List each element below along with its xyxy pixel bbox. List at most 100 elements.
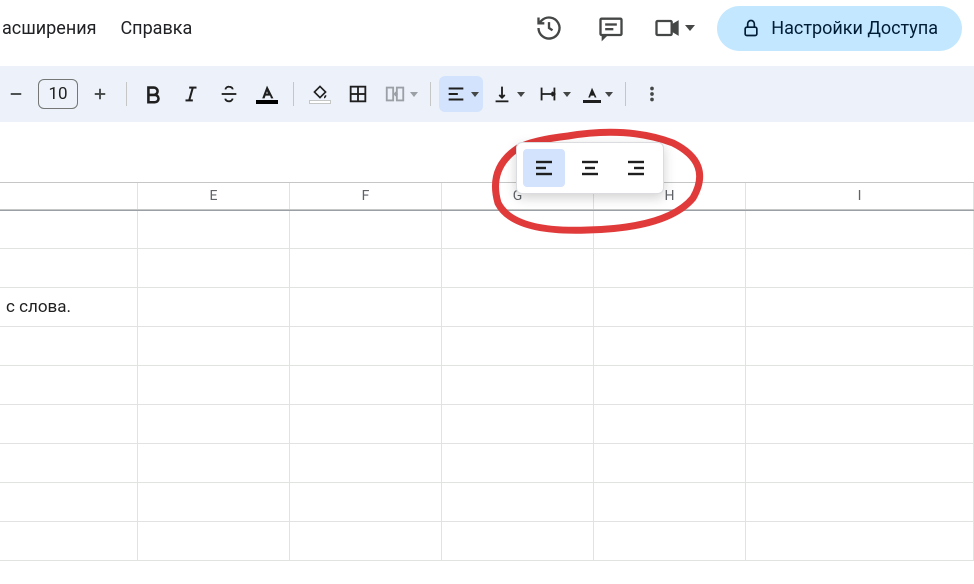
cell[interactable] — [442, 288, 594, 326]
cell[interactable] — [442, 405, 594, 443]
cell[interactable] — [746, 327, 974, 365]
vertical-align-button[interactable] — [485, 76, 529, 112]
cell[interactable] — [0, 211, 138, 248]
text-rotation-button[interactable] — [577, 76, 617, 112]
cell[interactable] — [442, 483, 594, 521]
column-header[interactable]: I — [746, 183, 974, 209]
bold-button[interactable] — [135, 76, 171, 112]
share-button[interactable]: Настройки Доступа — [717, 6, 962, 51]
cell[interactable] — [0, 249, 138, 287]
horizontal-align-button[interactable] — [439, 76, 483, 112]
table-row — [0, 210, 974, 249]
menubar: асширения Справка — [0, 0, 974, 56]
cell[interactable] — [138, 211, 290, 248]
cell[interactable] — [594, 288, 746, 326]
spreadsheet-grid: E F G H I с слова. — [0, 182, 974, 561]
more-button[interactable] — [634, 76, 670, 112]
cell[interactable] — [138, 249, 290, 287]
separator — [625, 82, 626, 106]
cell[interactable] — [442, 249, 594, 287]
strikethrough-button[interactable] — [211, 76, 247, 112]
cell[interactable] — [594, 483, 746, 521]
cell[interactable] — [442, 444, 594, 482]
cell[interactable] — [594, 444, 746, 482]
cell[interactable] — [290, 211, 442, 248]
cell[interactable] — [290, 366, 442, 404]
align-popup — [516, 142, 664, 194]
cell[interactable] — [0, 366, 138, 404]
font-size-decrease[interactable] — [0, 76, 34, 112]
comments-icon[interactable] — [591, 8, 631, 48]
align-center-option[interactable] — [569, 149, 611, 187]
cell[interactable] — [138, 444, 290, 482]
menu-help[interactable]: Справка — [110, 12, 202, 45]
table-row — [0, 444, 974, 483]
cell[interactable] — [746, 522, 974, 560]
cell[interactable] — [442, 366, 594, 404]
cell[interactable] — [442, 211, 594, 248]
cell[interactable] — [290, 522, 442, 560]
toolbar: 10 — [0, 66, 974, 122]
text-color-button[interactable] — [249, 76, 285, 112]
lock-icon — [741, 18, 761, 38]
menu-items: асширения Справка — [0, 12, 202, 45]
cell[interactable] — [290, 405, 442, 443]
cell[interactable] — [746, 288, 974, 326]
cell[interactable] — [746, 366, 974, 404]
italic-button[interactable] — [173, 76, 209, 112]
cell[interactable] — [0, 522, 138, 560]
rows: с слова. — [0, 210, 974, 561]
font-size-input[interactable]: 10 — [38, 79, 78, 109]
cell[interactable] — [290, 444, 442, 482]
column-header[interactable]: F — [290, 183, 442, 209]
column-header-partial[interactable] — [0, 183, 138, 209]
font-size-increase[interactable] — [82, 76, 118, 112]
chevron-down-icon — [563, 92, 571, 97]
cell[interactable] — [290, 327, 442, 365]
align-right-option[interactable] — [615, 149, 657, 187]
chevron-down-icon — [471, 92, 479, 97]
cell[interactable] — [746, 211, 974, 248]
separator — [293, 82, 294, 106]
cell[interactable] — [746, 249, 974, 287]
chevron-down-icon — [517, 92, 525, 97]
cell[interactable] — [0, 405, 138, 443]
align-left-option[interactable] — [523, 149, 565, 187]
cell[interactable] — [746, 444, 974, 482]
cell[interactable] — [594, 211, 746, 248]
menu-extensions[interactable]: асширения — [0, 12, 106, 45]
cell[interactable] — [0, 483, 138, 521]
cell[interactable] — [746, 483, 974, 521]
fill-color-button[interactable] — [302, 76, 338, 112]
cell[interactable] — [594, 366, 746, 404]
table-row — [0, 522, 974, 561]
cell[interactable] — [594, 327, 746, 365]
cell[interactable] — [138, 405, 290, 443]
cell[interactable] — [138, 483, 290, 521]
history-icon[interactable] — [529, 8, 569, 48]
column-header[interactable]: E — [138, 183, 290, 209]
cell[interactable] — [0, 327, 138, 365]
text-wrap-button[interactable] — [531, 76, 575, 112]
merge-cells-button[interactable] — [378, 76, 422, 112]
meet-button[interactable] — [653, 14, 695, 42]
cell[interactable] — [594, 249, 746, 287]
cell[interactable] — [0, 444, 138, 482]
cell[interactable] — [594, 522, 746, 560]
cell[interactable] — [138, 327, 290, 365]
chevron-down-icon — [410, 92, 418, 97]
table-row — [0, 327, 974, 366]
cell[interactable] — [138, 288, 290, 326]
cell[interactable] — [290, 288, 442, 326]
cell[interactable] — [442, 522, 594, 560]
cell[interactable] — [442, 327, 594, 365]
cell[interactable] — [594, 405, 746, 443]
cell[interactable] — [746, 405, 974, 443]
separator — [430, 82, 431, 106]
borders-button[interactable] — [340, 76, 376, 112]
cell[interactable] — [290, 483, 442, 521]
cell[interactable]: с слова. — [0, 288, 138, 326]
cell[interactable] — [138, 522, 290, 560]
cell[interactable] — [290, 249, 442, 287]
cell[interactable] — [138, 366, 290, 404]
